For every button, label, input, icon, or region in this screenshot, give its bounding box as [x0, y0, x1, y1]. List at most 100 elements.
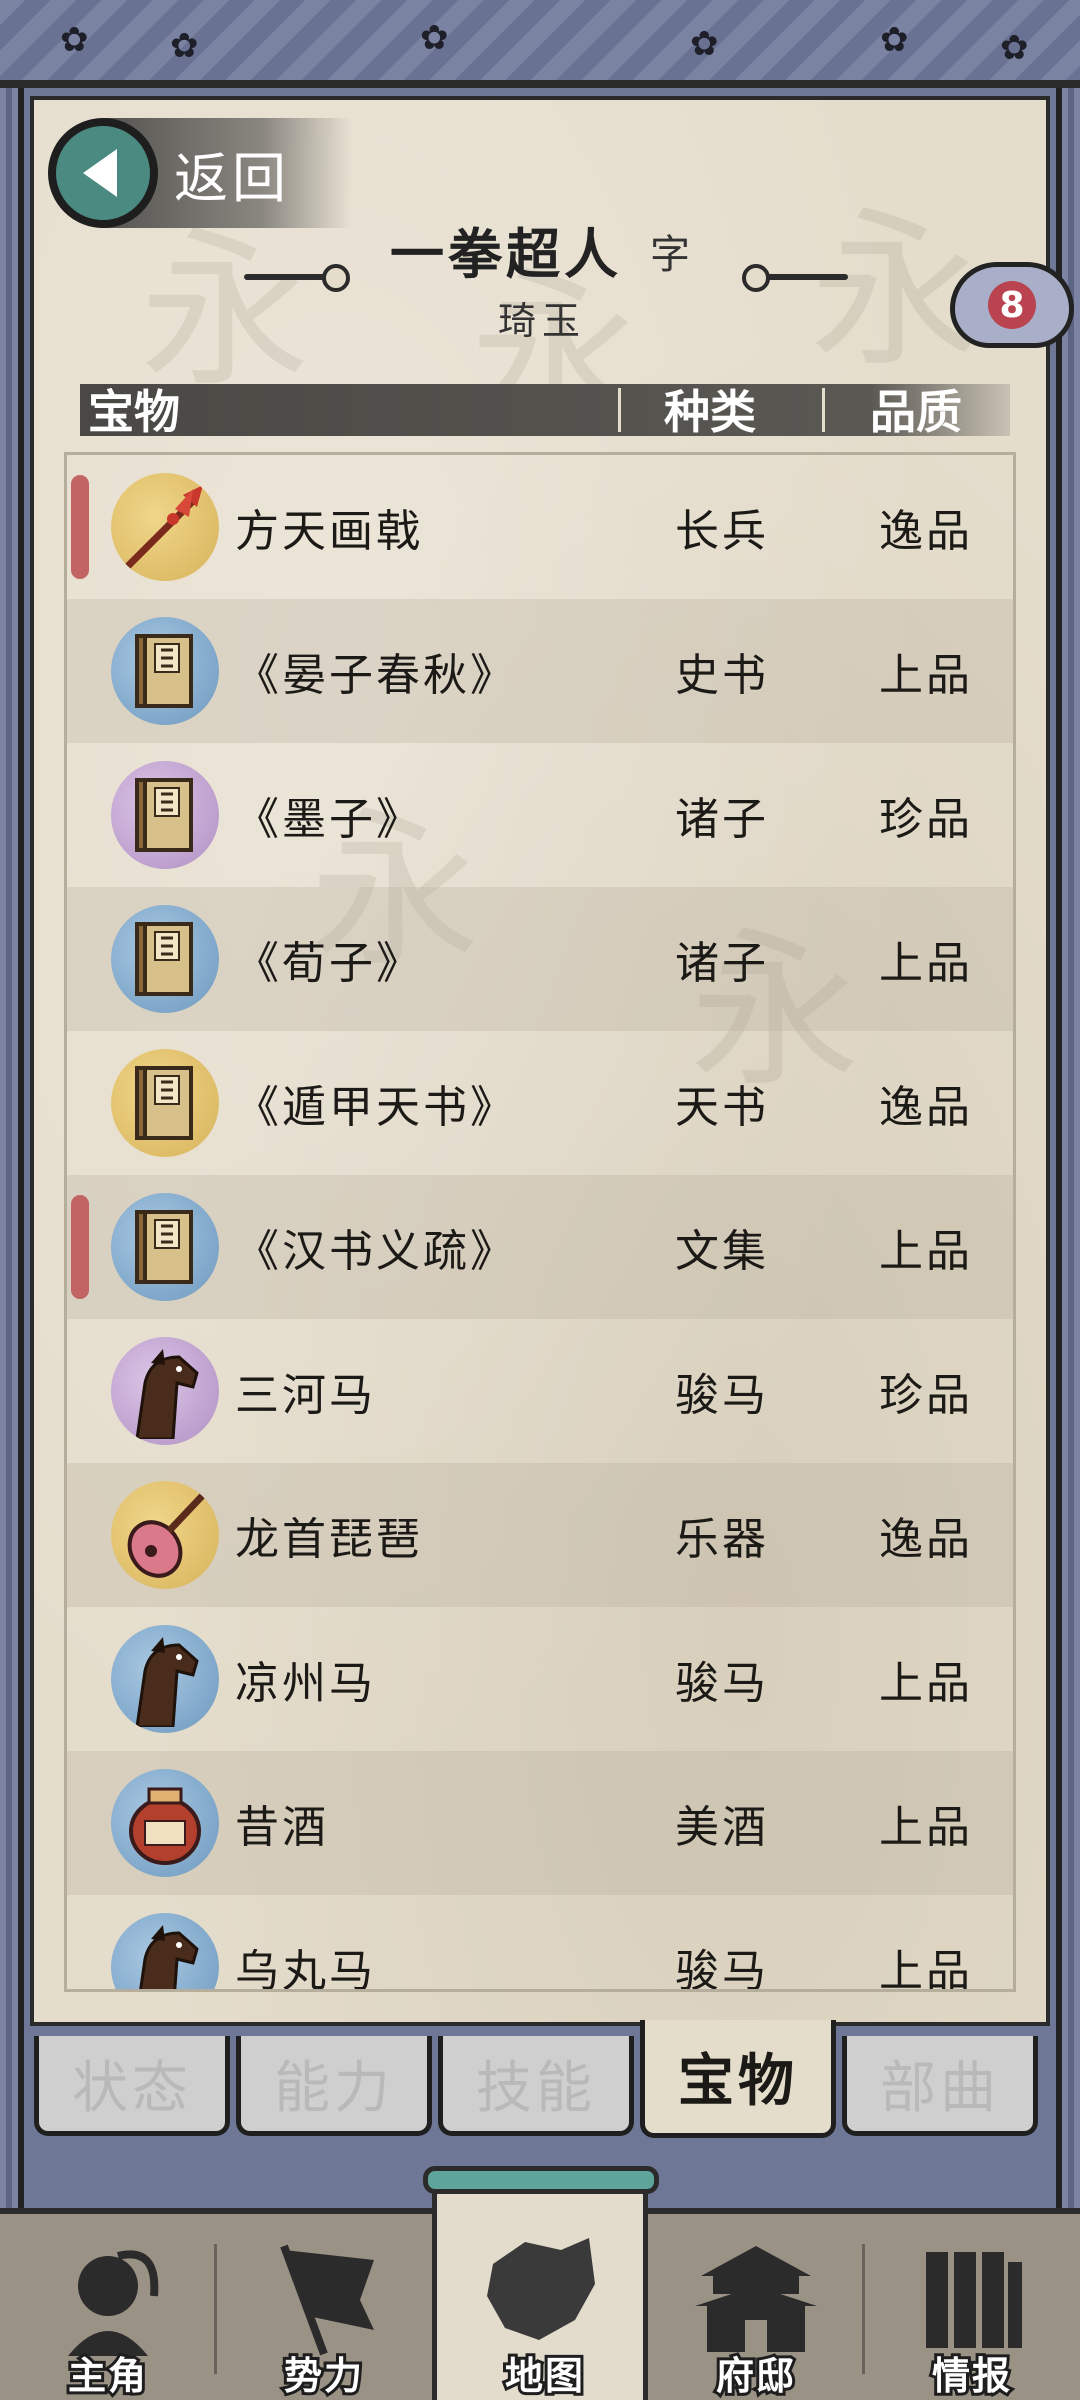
calligraphy-watermark: 永 — [780, 200, 978, 370]
treasure-row[interactable]: 方天画戟 长兵 逸品 — [67, 455, 1013, 599]
treasure-quality: 珍品 — [879, 1370, 973, 1421]
column-divider — [618, 388, 621, 432]
treasure-name: 凉州马 — [235, 1658, 376, 1709]
treasure-name: 《荀子》 — [235, 938, 423, 989]
treasure-quality: 逸品 — [879, 1082, 973, 1133]
treasure-quality: 上品 — [879, 938, 973, 989]
tab-ability[interactable]: 能力 — [236, 2036, 432, 2136]
treasure-name: 《遁甲天书》 — [235, 1082, 517, 1133]
nav-divider — [862, 2244, 865, 2374]
treasure-row[interactable]: 乌丸马 骏马 上品 — [67, 1895, 1013, 1992]
book-icon — [111, 617, 219, 725]
nav-faction[interactable]: 势力 — [216, 2214, 432, 2400]
treasure-row[interactable]: 《晏子春秋》 史书 上品 — [67, 599, 1013, 743]
nav-intel[interactable]: 情报 — [864, 2214, 1080, 2400]
treasure-type: 骏马 — [675, 1658, 769, 1709]
blossom-icon: ✿ — [690, 24, 719, 64]
treasure-type: 骏马 — [675, 1946, 769, 1992]
horse-icon — [111, 1913, 219, 1989]
treasure-row[interactable]: 《墨子》 诸子 珍品 — [67, 743, 1013, 887]
back-button[interactable]: 返回 — [48, 118, 352, 228]
treasure-row[interactable]: 昔酒 美酒 上品 — [67, 1751, 1013, 1895]
map-icon — [475, 2224, 605, 2358]
treasure-name: 昔酒 — [235, 1802, 329, 1853]
treasure-quality: 逸品 — [879, 506, 973, 557]
treasure-name: 《墨子》 — [235, 794, 423, 845]
treasure-row[interactable]: 《遁甲天书》 天书 逸品 — [67, 1031, 1013, 1175]
bottom-navigation: 主角 势力 地图 府邸 情报 — [0, 2166, 1080, 2400]
treasure-quality: 逸品 — [879, 1514, 973, 1565]
column-divider — [822, 388, 825, 432]
halberd-icon — [111, 473, 219, 581]
treasure-name: 《汉书义疏》 — [235, 1226, 517, 1277]
treasure-list[interactable]: 方天画戟 长兵 逸品 《晏子春秋》 史书 上品 《墨子》 诸子 珍品 《荀子》 诸子 上品 《遁甲天书》… — [64, 452, 1016, 1992]
back-label: 返回 — [174, 146, 290, 210]
left-frame — [0, 88, 24, 2208]
treasure-name: 龙首琵琶 — [235, 1514, 423, 1565]
treasure-type: 骏马 — [675, 1370, 769, 1421]
blossom-icon: ✿ — [60, 20, 89, 60]
title-ornament-left — [244, 264, 350, 292]
nav-label: 府邸 — [713, 2350, 797, 2400]
treasure-row[interactable]: 《荀子》 诸子 上品 — [67, 887, 1013, 1031]
treasure-type: 乐器 — [675, 1514, 769, 1565]
tab-troops[interactable]: 部曲 — [842, 2036, 1038, 2136]
horse-icon — [111, 1337, 219, 1445]
horse-icon — [111, 1625, 219, 1733]
blossom-icon: ✿ — [420, 18, 449, 58]
tab-skill[interactable]: 技能 — [438, 2036, 634, 2136]
nav-label: 主角 — [65, 2350, 149, 2400]
tab-bar: 状态 能力 技能 宝物 部曲 — [30, 2020, 1050, 2140]
treasure-row[interactable]: 凉州马 骏马 上品 — [67, 1607, 1013, 1751]
book-icon — [111, 1049, 219, 1157]
pipa-icon — [111, 1481, 219, 1589]
character-name: 一拳超人 — [390, 222, 622, 286]
tab-status[interactable]: 状态 — [34, 2036, 230, 2136]
treasure-row[interactable]: 《汉书义疏》 文集 上品 — [67, 1175, 1013, 1319]
badge-count: 8 — [988, 281, 1036, 329]
scrolls-icon — [912, 2236, 1032, 2360]
palace-icon — [691, 2236, 821, 2360]
book-icon — [111, 761, 219, 869]
treasure-row[interactable]: 三河马 骏马 珍品 — [67, 1319, 1013, 1463]
book-icon — [111, 905, 219, 1013]
nav-label: 地图 — [502, 2350, 586, 2400]
nav-label: 势力 — [281, 2350, 365, 2400]
treasure-quality: 上品 — [879, 1802, 973, 1853]
treasure-type: 天书 — [675, 1082, 769, 1133]
equipped-marker — [71, 1195, 89, 1299]
column-header-type: 种类 — [664, 385, 756, 439]
treasure-quality: 上品 — [879, 650, 973, 701]
treasure-type: 诸子 — [675, 794, 769, 845]
nav-map[interactable]: 地图 — [423, 2166, 659, 2400]
tab-treasure[interactable]: 宝物 — [640, 2020, 836, 2138]
title-ornament-right — [742, 264, 848, 292]
back-arrow-icon — [48, 118, 158, 228]
treasure-type: 史书 — [675, 650, 769, 701]
treasure-quality: 上品 — [879, 1658, 973, 1709]
table-header: 宝物 种类 品质 — [80, 384, 1010, 439]
blossom-icon: ✿ — [170, 26, 199, 66]
wine-jar-icon — [111, 1769, 219, 1877]
nav-mansion[interactable]: 府邸 — [648, 2214, 864, 2400]
treasure-quality: 上品 — [879, 1946, 973, 1992]
treasure-type: 文集 — [675, 1226, 769, 1277]
calligraphy-watermark: 永 — [110, 220, 308, 390]
top-decorative-band: ✿ ✿ ✿ ✿ ✿ ✿ — [0, 0, 1080, 88]
treasure-name: 方天画戟 — [235, 506, 423, 557]
equipped-marker — [71, 475, 89, 579]
column-header-quality: 品质 — [870, 385, 962, 439]
column-header-treasure: 宝物 — [88, 385, 180, 439]
courtesy-prefix: 字 — [650, 232, 690, 278]
treasure-type: 长兵 — [675, 506, 769, 557]
blossom-icon: ✿ — [880, 20, 909, 60]
banner-flag-icon — [264, 2236, 384, 2360]
scroll-rod — [423, 2166, 659, 2194]
cloud-badge[interactable]: 8 — [950, 262, 1074, 348]
warrior-icon — [48, 2236, 168, 2360]
treasure-row[interactable]: 龙首琵琶 乐器 逸品 — [67, 1463, 1013, 1607]
book-icon — [111, 1193, 219, 1301]
treasure-type: 美酒 — [675, 1802, 769, 1853]
nav-protagonist[interactable]: 主角 — [0, 2214, 216, 2400]
treasure-quality: 上品 — [879, 1226, 973, 1277]
